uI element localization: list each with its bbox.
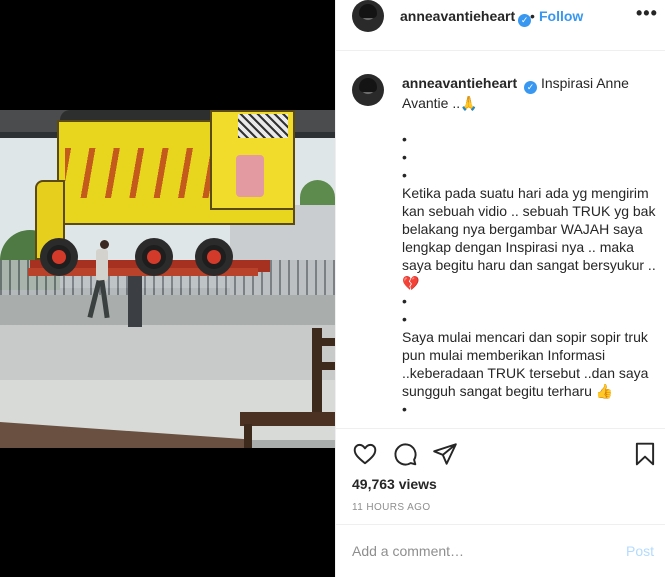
avatar[interactable] [352, 74, 384, 106]
caption-line: • [402, 293, 407, 309]
action-bar: 49,763 views 11 HOURS AGO [336, 428, 665, 528]
caption-username[interactable]: anneavantieheart [402, 75, 517, 91]
video-frame[interactable] [0, 110, 335, 448]
truck-wheel [135, 238, 173, 276]
caption-line: Saya mulai mencari dan sopir sopir truk … [402, 329, 649, 399]
separator-dot: • [530, 8, 535, 24]
chair-rail [318, 362, 335, 370]
caption-line [402, 112, 657, 130]
bookmark-icon[interactable] [632, 441, 658, 467]
username-link[interactable]: anneavantieheart ✓ [400, 8, 532, 27]
chair-rail [318, 338, 335, 346]
truck-face-painting [236, 155, 264, 197]
caption-line: • [402, 401, 407, 417]
caption-line: • [402, 311, 407, 327]
post-comment-button[interactable]: Post [626, 543, 654, 559]
truck-wheel [40, 238, 78, 276]
caption-line: Ketika pada suatu hari ada yg mengirim k… [402, 185, 656, 291]
caption-line: • [402, 149, 407, 165]
truck-wheel [195, 238, 233, 276]
post-panel: anneavantieheart ✓ • Follow ••• anneavant… [335, 0, 665, 577]
follow-button[interactable]: Follow [539, 8, 583, 24]
comment-bar: Post [336, 524, 665, 577]
share-icon[interactable] [432, 441, 458, 467]
caption-text: anneavantieheart ✓ Inspirasi Anne Avanti… [402, 74, 657, 418]
person-body [96, 249, 108, 281]
avatar[interactable] [352, 0, 384, 32]
view-count[interactable]: 49,763 views [352, 476, 437, 492]
caption-line: • [402, 131, 407, 147]
chair-leg [244, 424, 252, 448]
wet-floor [0, 325, 335, 385]
caption-area: anneavantieheart ✓ Inspirasi Anne Avanti… [336, 52, 665, 428]
lift-pillar [128, 275, 142, 327]
caption-line: • [402, 167, 407, 183]
post-media[interactable] [0, 0, 335, 577]
verified-badge-icon: ✓ [524, 81, 538, 94]
truck-rear-grill [238, 114, 288, 138]
heart-icon[interactable] [352, 441, 378, 467]
more-options-icon[interactable]: ••• [636, 3, 658, 24]
post-header: anneavantieheart ✓ • Follow ••• [336, 0, 665, 51]
person-head [100, 240, 109, 249]
post-timestamp[interactable]: 11 HOURS AGO [352, 502, 431, 513]
chair-seat [240, 412, 335, 426]
comment-icon[interactable] [392, 441, 418, 467]
comment-input[interactable] [352, 541, 602, 561]
